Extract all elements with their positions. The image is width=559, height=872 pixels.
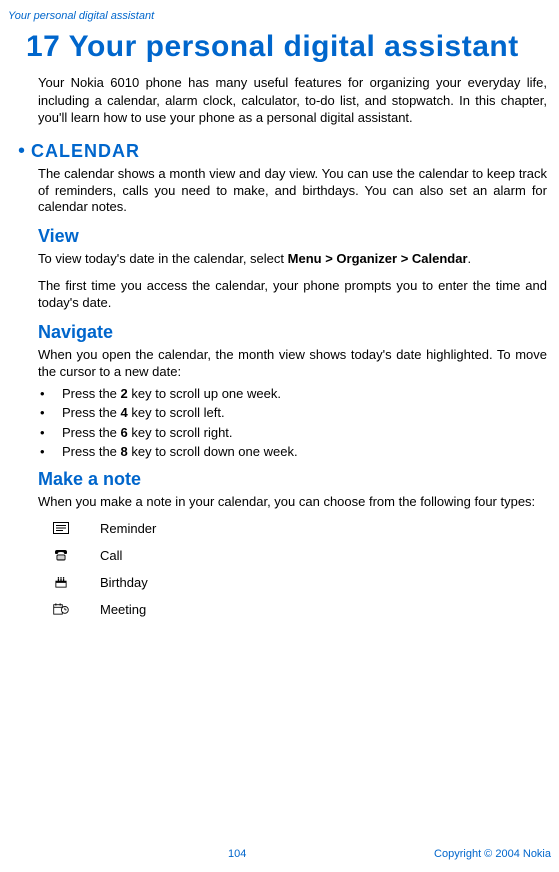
navigate-intro: When you open the calendar, the month vi… <box>38 347 547 381</box>
make-note-intro: When you make a note in your calendar, y… <box>38 494 547 511</box>
note-type-label: Reminder <box>100 521 156 536</box>
subsection-make-note: Make a note <box>38 469 551 490</box>
list-item: Press the 2 key to scroll up one week. <box>38 385 551 403</box>
call-icon <box>50 549 72 561</box>
birthday-icon <box>50 576 72 588</box>
view-p1a: To view today's date in the calendar, se… <box>38 251 288 266</box>
list-item: Press the 6 key to scroll right. <box>38 424 551 442</box>
note-type-row: Birthday <box>50 575 551 590</box>
list-item: Press the 4 key to scroll left. <box>38 404 551 422</box>
view-p2: The first time you access the calendar, … <box>38 278 547 312</box>
list-item: Press the 8 key to scroll down one week. <box>38 443 551 461</box>
section-calendar: • CALENDAR <box>18 141 551 162</box>
chapter-title-text: Your personal digital assistant <box>69 30 519 63</box>
view-p1: To view today's date in the calendar, se… <box>38 251 547 268</box>
chapter-number: 17 <box>26 30 60 63</box>
note-type-label: Birthday <box>100 575 148 590</box>
page-number: 104 <box>228 848 246 860</box>
note-type-label: Call <box>100 548 122 563</box>
chapter-title: 17 Your personal digital assistant <box>26 30 551 64</box>
note-type-row: Meeting <box>50 602 551 617</box>
section-heading-calendar: CALENDAR <box>31 141 140 162</box>
menu-path: Menu > Organizer > Calendar <box>288 251 468 266</box>
bullet-icon: • <box>18 141 25 161</box>
reminder-icon <box>50 522 72 534</box>
navigate-list: Press the 2 key to scroll up one week. P… <box>38 385 551 461</box>
note-type-row: Reminder <box>50 521 551 536</box>
subsection-view: View <box>38 226 551 247</box>
chapter-intro: Your Nokia 6010 phone has many useful fe… <box>38 74 547 127</box>
subsection-navigate: Navigate <box>38 322 551 343</box>
meeting-icon <box>50 603 72 615</box>
running-header: Your personal digital assistant <box>8 10 551 22</box>
view-p1c: . <box>468 251 472 266</box>
note-type-label: Meeting <box>100 602 146 617</box>
note-types-list: Reminder Call Birthday Meeting <box>50 521 551 617</box>
note-type-row: Call <box>50 548 551 563</box>
calendar-intro: The calendar shows a month view and day … <box>38 166 547 217</box>
page-footer: 104 Copyright © 2004 Nokia <box>0 848 559 860</box>
copyright-text: Copyright © 2004 Nokia <box>434 848 551 860</box>
